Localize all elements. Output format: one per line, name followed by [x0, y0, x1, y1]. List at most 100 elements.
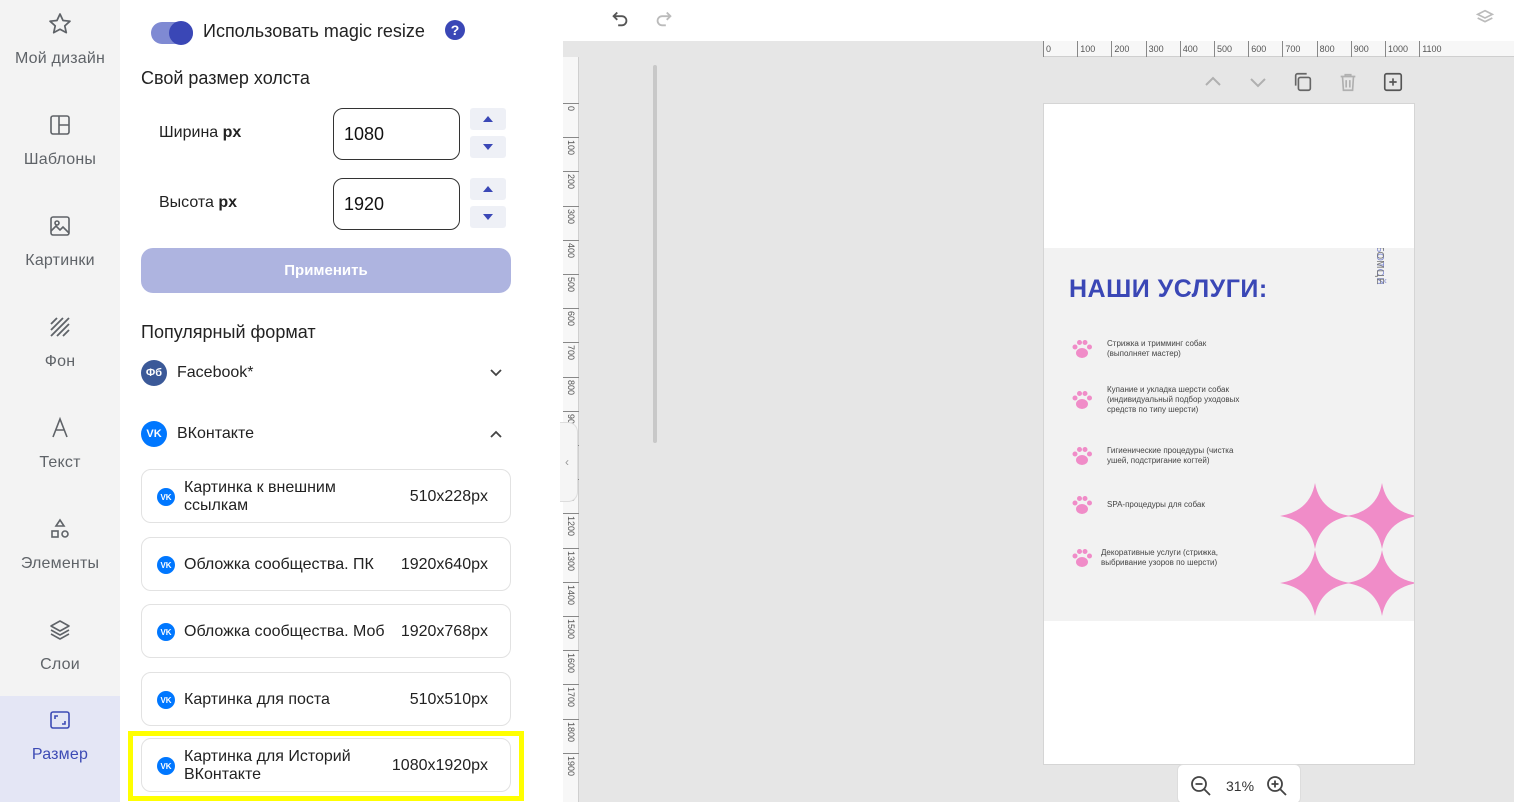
vertical-slogan-text: С ЗАБОТОЙ О ВАШЕМ ПИТОМЦЕ	[1374, 248, 1385, 286]
rail-label: Фон	[44, 353, 76, 370]
height-label-text: Высота	[159, 194, 214, 211]
selection-highlight	[128, 731, 524, 801]
format-card[interactable]: VK Обложка сообщества. Моб 1920x768px	[141, 604, 511, 658]
format-card[interactable]: VK Картинка для поста 510x510px	[141, 672, 511, 726]
layers-toolbar-icon[interactable]	[1473, 6, 1497, 30]
horizontal-ruler: 0 100 200 300 400 500 600 700 800 900 1000 1100	[1043, 41, 1514, 57]
design-title[interactable]: НАШИ УСЛУГИ:	[1069, 275, 1268, 304]
design-content-band[interactable]: НАШИ УСЛУГИ: С ЗАБОТОЙ О ВАШЕМ ПИТОМЦЕ С…	[1044, 248, 1414, 621]
rail-item-images[interactable]: Картинки	[0, 202, 120, 303]
format-name: Обложка сообщества. ПК	[184, 556, 374, 573]
ruler-tick: 600	[563, 308, 579, 326]
width-input[interactable]	[333, 108, 460, 160]
help-icon[interactable]: ?	[445, 20, 465, 40]
format-size: 510x228px	[409, 488, 488, 505]
paw-icon	[1072, 549, 1092, 567]
arrow-up-icon	[483, 186, 493, 192]
paw-icon	[1072, 447, 1092, 465]
format-name: Картинка для поста	[184, 691, 330, 708]
resize-icon	[46, 706, 74, 734]
duplicate-icon[interactable]	[1291, 70, 1315, 94]
service-text: Декоративные услуги (стрижка, выбривание…	[1101, 548, 1218, 567]
format-card[interactable]: VK Картинка к внешним ссылкам 510x228px	[141, 469, 511, 523]
vk-icon: VK	[141, 421, 167, 447]
add-page-icon[interactable]	[1381, 70, 1405, 94]
width-label-text: Ширина	[159, 124, 219, 141]
ruler-tick: 1900	[563, 752, 579, 776]
custom-size-title: Свой размер холста	[141, 68, 310, 88]
format-group-facebook[interactable]: Фб Facebook*	[141, 358, 511, 388]
left-rail: Мой дизайн Шаблоны Картинки Фон Текст Эл…	[0, 0, 120, 802]
service-item[interactable]: Гигиенические процедуры (чистка ушей, по…	[1069, 443, 1319, 469]
zoom-in-icon[interactable]	[1266, 775, 1288, 797]
format-group-vk[interactable]: VK ВКонтакте	[141, 419, 511, 449]
format-group-name: ВКонтакте	[177, 425, 254, 442]
paw-icon	[1072, 391, 1092, 409]
redo-icon[interactable]	[652, 6, 676, 30]
move-up-icon[interactable]	[1201, 70, 1225, 94]
top-toolbar	[563, 0, 1514, 41]
ruler-tick: 1700	[563, 684, 579, 707]
ruler-tick: 500	[1214, 41, 1232, 57]
height-decrement-button[interactable]	[470, 206, 506, 228]
width-label: Ширина px	[159, 124, 241, 142]
background-icon	[46, 313, 74, 341]
design-canvas[interactable]: НАШИ УСЛУГИ: С ЗАБОТОЙ О ВАШЕМ ПИТОМЦЕ С…	[1043, 103, 1415, 765]
service-text: SPA-процедуры для собак	[1107, 500, 1205, 509]
width-unit: px	[222, 124, 242, 141]
ruler-tick: 300	[563, 205, 579, 224]
zoom-bar: 31%	[1177, 764, 1301, 802]
rail-label: Размер	[31, 746, 89, 763]
format-name: Картинка к внешним ссылкам	[184, 479, 336, 514]
width-increment-button[interactable]	[470, 108, 506, 130]
ruler-tick: 700	[1282, 41, 1300, 57]
height-label: Высота px	[159, 194, 237, 212]
ruler-tick: 0	[1043, 41, 1051, 57]
format-group-name: Facebook*	[177, 364, 254, 381]
ruler-tick: 1400	[563, 581, 579, 605]
ruler-tick: 0	[563, 103, 579, 111]
chevron-left-icon: ‹	[565, 455, 569, 469]
service-item[interactable]: Купание и укладка шерсти собак (индивиду…	[1069, 385, 1319, 415]
resize-panel: Использовать magic resize ? Свой размер …	[120, 0, 657, 802]
popular-format-title: Популярный формат	[141, 322, 316, 342]
rail-item-layers[interactable]: Слои	[0, 606, 120, 707]
ruler-tick: 1200	[563, 513, 579, 536]
rail-item-templates[interactable]: Шаблоны	[0, 101, 120, 202]
format-size: 1920x768px	[400, 623, 488, 640]
undo-icon[interactable]	[608, 6, 632, 30]
layers-icon	[46, 616, 74, 644]
panel-scrollbar[interactable]	[653, 65, 657, 443]
rail-label: Мой дизайн	[14, 50, 106, 67]
width-decrement-button[interactable]	[470, 136, 506, 158]
service-item[interactable]: Стрижка и тримминг собак (выполняет маст…	[1069, 336, 1319, 362]
collapse-panel-button[interactable]: ‹	[560, 422, 578, 502]
rail-label: Шаблоны	[23, 151, 97, 168]
rail-item-my-design[interactable]: Мой дизайн	[0, 0, 120, 101]
delete-icon[interactable]	[1336, 70, 1360, 94]
height-increment-button[interactable]	[470, 178, 506, 200]
rail-item-elements[interactable]: Элементы	[0, 505, 120, 606]
arrow-up-icon	[483, 116, 493, 122]
paw-icon	[1072, 340, 1092, 358]
vertical-slogan[interactable]: С ЗАБОТОЙ О ВАШЕМ ПИТОМЦЕ	[1374, 248, 1388, 478]
zoom-out-icon[interactable]	[1190, 775, 1212, 797]
rail-item-background[interactable]: Фон	[0, 303, 120, 404]
move-down-icon[interactable]	[1246, 70, 1270, 94]
ruler-tick: 1300	[563, 547, 579, 571]
vk-icon: VK	[157, 691, 175, 709]
text-icon	[46, 414, 74, 442]
service-text: Купание и укладка шерсти собак (индивиду…	[1107, 385, 1240, 414]
ruler-tick: 1100	[1419, 41, 1442, 57]
zoom-level: 31%	[1226, 778, 1255, 794]
height-input[interactable]	[333, 178, 460, 230]
magic-resize-toggle[interactable]	[151, 21, 193, 45]
rail-item-resize[interactable]: Размер	[0, 696, 120, 802]
decorative-stars[interactable]	[1280, 483, 1414, 618]
elements-icon	[46, 515, 74, 543]
format-card[interactable]: VK Обложка сообщества. ПК 1920x640px	[141, 537, 511, 591]
rail-item-text[interactable]: Текст	[0, 404, 120, 505]
vk-icon: VK	[157, 488, 175, 506]
format-size: 510x510px	[409, 691, 488, 708]
apply-button[interactable]: Применить	[141, 248, 511, 293]
